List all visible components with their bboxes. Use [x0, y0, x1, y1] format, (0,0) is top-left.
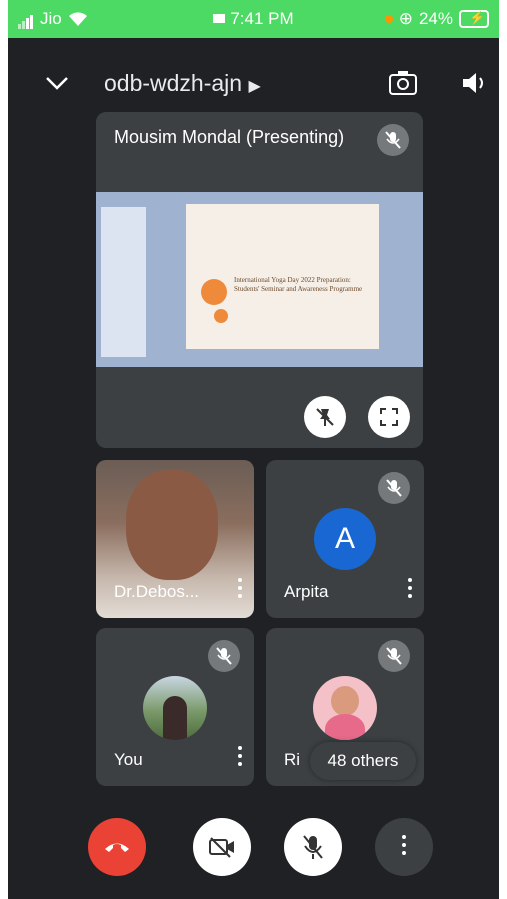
presentation-tile[interactable]: Mousim Mondal (Presenting) International…: [96, 112, 423, 448]
switch-camera-icon[interactable]: [388, 70, 418, 96]
participant-tile[interactable]: A Arpita: [266, 460, 424, 618]
fullscreen-button[interactable]: [368, 396, 410, 438]
more-options-button[interactable]: [375, 818, 433, 876]
mic-off-icon: [377, 124, 409, 156]
more-vert-icon: [402, 835, 406, 859]
chevron-down-icon[interactable]: [44, 70, 70, 96]
slide-dot: [214, 309, 228, 323]
meet-screen: Jio 7:41 PM ⊕ 24% ⚡ odb-wdzh-ajn ▶ Mousi…: [8, 0, 499, 899]
clock: 7:41 PM: [230, 9, 294, 28]
others-chip[interactable]: 48 others: [310, 742, 416, 780]
camera-toggle-button[interactable]: [193, 818, 251, 876]
avatar: [143, 676, 207, 740]
meeting-code[interactable]: odb-wdzh-ajn ▶: [104, 70, 261, 97]
mic-off-icon: [378, 472, 410, 504]
avatar-figure: [331, 686, 359, 716]
video-status-icon: [213, 14, 226, 23]
participant-name: Dr.Debos...: [114, 582, 200, 601]
avatar-figure: [325, 714, 365, 740]
participant-tile[interactable]: You: [96, 628, 254, 786]
avatar-figure: [163, 696, 187, 740]
battery-icon: ⚡: [459, 10, 489, 28]
more-options-icon[interactable]: [238, 746, 242, 770]
slide-panel: [101, 207, 146, 357]
rotation-lock-icon: ⊕: [398, 9, 413, 28]
camera-off-icon: [209, 837, 234, 858]
more-options-icon[interactable]: [238, 578, 242, 602]
mic-off-icon: [378, 640, 410, 672]
unpin-icon: [316, 408, 334, 426]
meeting-code-text: odb-wdzh-ajn: [104, 70, 243, 96]
fullscreen-icon: [380, 408, 398, 426]
slide-canvas: International Yoga Day 2022 Preparation:…: [186, 204, 379, 349]
participant-name: Ri: [284, 750, 301, 769]
mic-toggle-button[interactable]: [284, 818, 342, 876]
end-call-icon: [105, 843, 129, 852]
participant-name: You: [114, 750, 143, 769]
face-shape: [126, 470, 218, 580]
unpin-button[interactable]: [304, 396, 346, 438]
status-bar: Jio 7:41 PM ⊕ 24% ⚡: [8, 0, 499, 38]
participant-name: Arpita: [284, 582, 329, 601]
avatar: A: [314, 508, 376, 570]
shared-screen: International Yoga Day 2022 Preparation:…: [96, 192, 423, 367]
more-options-icon[interactable]: [408, 578, 412, 602]
participant-tile[interactable]: Dr.Debos...: [96, 460, 254, 618]
mic-off-icon: [208, 640, 240, 672]
presenter-label: Mousim Mondal (Presenting): [114, 127, 345, 147]
mic-off-icon: [303, 835, 323, 859]
meeting-header: odb-wdzh-ajn ▶: [8, 56, 499, 116]
dot-indicator-icon: [384, 15, 393, 23]
caret-right-icon: ▶: [248, 78, 261, 95]
slide-dot: [201, 279, 227, 305]
end-call-button[interactable]: [88, 818, 146, 876]
slide-title: International Yoga Day 2022 Preparation:…: [234, 276, 363, 293]
speaker-icon[interactable]: [460, 70, 488, 96]
battery-percentage: 24%: [418, 9, 453, 28]
avatar: [313, 676, 377, 740]
